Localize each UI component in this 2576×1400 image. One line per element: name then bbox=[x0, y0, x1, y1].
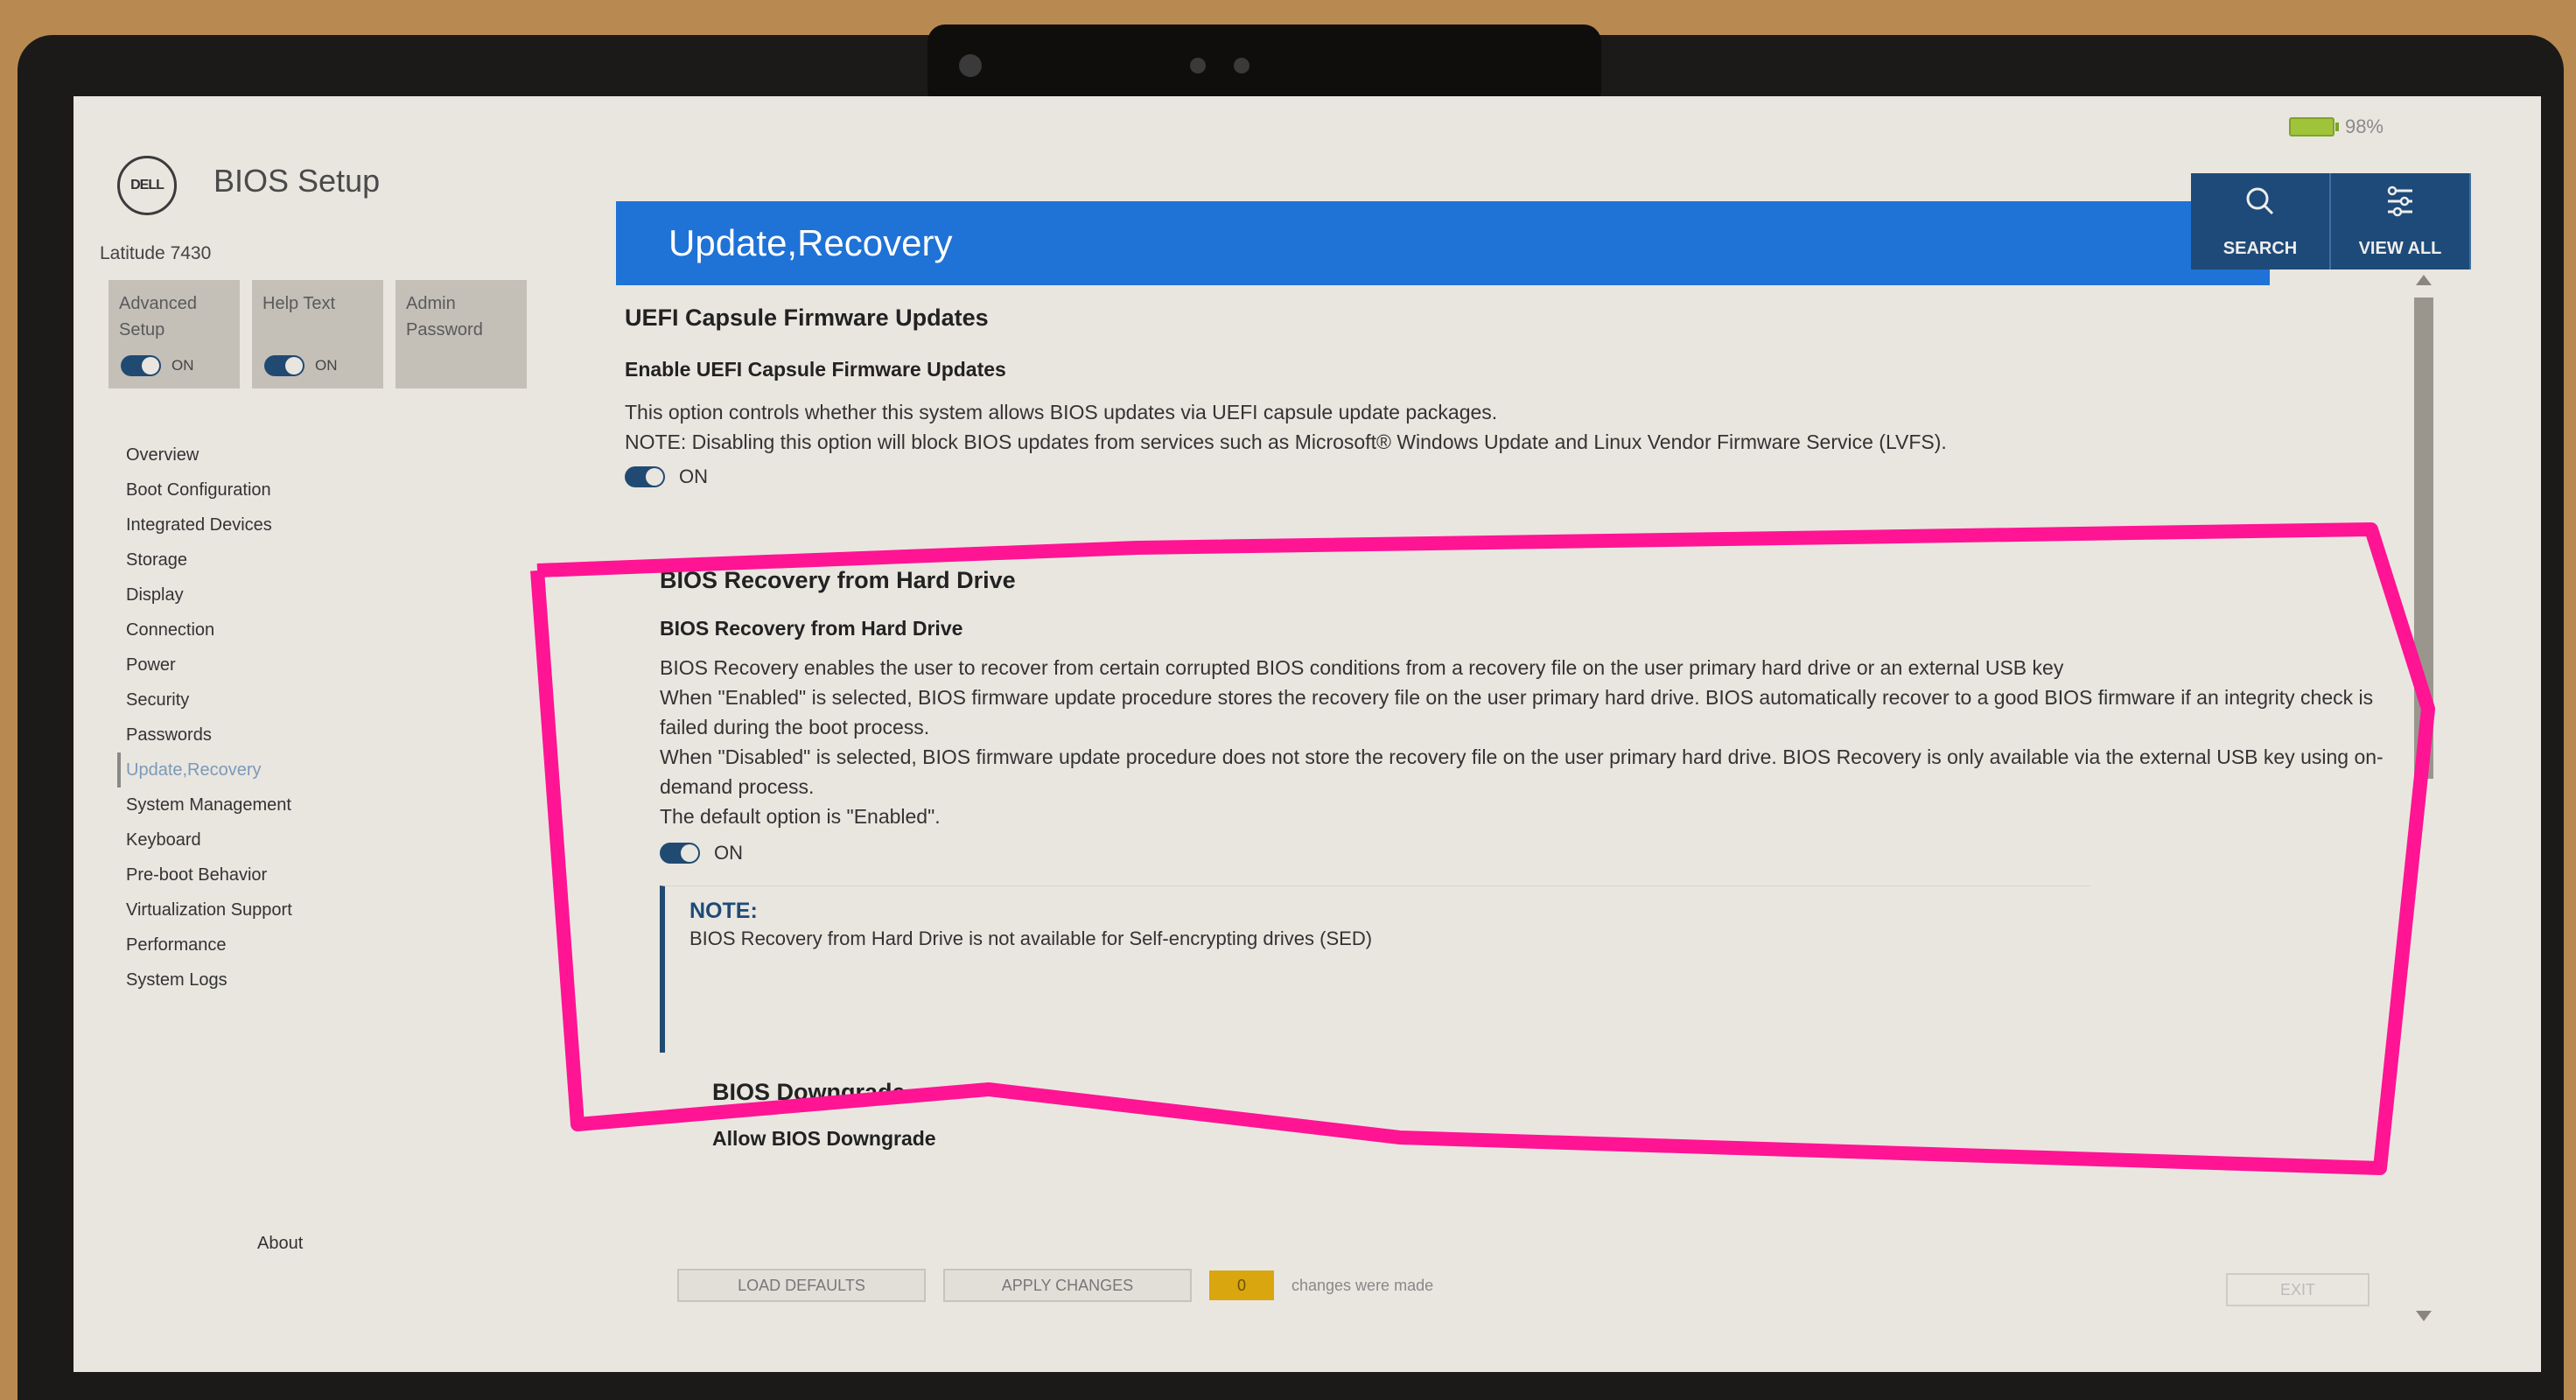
setting-description: This option controls whether this system… bbox=[625, 397, 2427, 457]
description-line: When "Disabled" is selected, BIOS firmwa… bbox=[660, 746, 2384, 798]
note-title: NOTE: bbox=[690, 899, 758, 923]
tile-label: Password bbox=[406, 320, 483, 340]
content-scrollbar[interactable] bbox=[2414, 271, 2433, 1321]
battery-icon bbox=[2288, 117, 2339, 136]
setting-description: BIOS Recovery enables the user to recove… bbox=[660, 653, 2410, 831]
setting-title: Allow BIOS Downgrade bbox=[712, 1127, 936, 1150]
webcam-module bbox=[928, 24, 1601, 108]
advanced-setup-toggle[interactable] bbox=[121, 355, 161, 376]
camera-sensor bbox=[1190, 58, 1206, 74]
section-title: BIOS Recovery from Hard Drive bbox=[660, 567, 1016, 593]
page-title-bar: Update,Recovery bbox=[616, 201, 2270, 285]
sidebar-item-power[interactable]: Power bbox=[126, 648, 292, 682]
exit-button[interactable]: EXIT bbox=[2226, 1273, 2370, 1306]
toggle-state: ON bbox=[172, 357, 194, 374]
sidebar-nav: Overview Boot Configuration Integrated D… bbox=[117, 438, 292, 998]
setting-title: Enable UEFI Capsule Firmware Updates bbox=[625, 358, 1006, 381]
camera-lens bbox=[959, 54, 982, 77]
sidebar-item-pre-boot-behavior[interactable]: Pre-boot Behavior bbox=[126, 858, 292, 892]
setting-title: BIOS Recovery from Hard Drive bbox=[660, 617, 963, 640]
header-actions: SEARCH VIEW ALL bbox=[2191, 173, 2471, 270]
tile-admin-password[interactable]: Admin Password bbox=[396, 280, 527, 388]
bios-recovery-toggle-row: ON bbox=[660, 842, 2427, 864]
battery-status: 98% bbox=[2288, 116, 2384, 138]
section-uefi-capsule: UEFI Capsule Firmware Updates Enable UEF… bbox=[590, 304, 2427, 488]
page-title: Update,Recovery bbox=[668, 222, 953, 263]
tile-label: Setup bbox=[119, 320, 165, 340]
footer-bar: LOAD DEFAULTS APPLY CHANGES 0 changes we… bbox=[677, 1269, 1433, 1302]
tile-label: Advanced bbox=[119, 294, 197, 313]
sidebar-item-system-management[interactable]: System Management bbox=[126, 788, 292, 822]
app-title: BIOS Setup bbox=[214, 163, 381, 199]
changes-count-badge: 0 bbox=[1209, 1270, 1274, 1300]
sidebar-item-connection[interactable]: Connection bbox=[126, 612, 292, 648]
quick-settings: Advanced Setup ON Help Text ON Admin Pas… bbox=[108, 280, 527, 388]
sidebar-item-integrated-devices[interactable]: Integrated Devices bbox=[126, 508, 292, 542]
sidebar-item-system-logs[interactable]: System Logs bbox=[126, 962, 292, 998]
section-bios-downgrade: BIOS Downgrade Allow BIOS Downgrade bbox=[590, 1079, 2427, 1151]
sidebar-item-boot-configuration[interactable]: Boot Configuration bbox=[126, 472, 292, 508]
description-line: This option controls whether this system… bbox=[625, 401, 1498, 424]
camera-sensor bbox=[1234, 58, 1250, 74]
tile-help-text[interactable]: Help Text ON bbox=[252, 280, 383, 388]
apply-changes-button[interactable]: APPLY CHANGES bbox=[943, 1269, 1192, 1302]
toggle-state: ON bbox=[315, 357, 338, 374]
scroll-up-arrow-icon[interactable] bbox=[2416, 275, 2432, 285]
note-callout: NOTE: BIOS Recovery from Hard Drive is n… bbox=[660, 886, 2090, 1053]
view-all-button[interactable]: VIEW ALL bbox=[2331, 173, 2471, 270]
uefi-capsule-toggle-row: ON bbox=[625, 466, 2427, 488]
search-button[interactable]: SEARCH bbox=[2191, 173, 2331, 270]
tile-advanced-setup[interactable]: Advanced Setup ON bbox=[108, 280, 240, 388]
battery-percent: 98% bbox=[2344, 116, 2384, 137]
bios-recovery-toggle[interactable] bbox=[660, 843, 700, 864]
sidebar-item-storage[interactable]: Storage bbox=[126, 542, 292, 578]
search-label: SEARCH bbox=[2222, 239, 2298, 258]
note-text: BIOS Recovery from Hard Drive is not ava… bbox=[690, 928, 1373, 949]
sidebar-item-keyboard[interactable]: Keyboard bbox=[126, 822, 292, 858]
description-line: When "Enabled" is selected, BIOS firmwar… bbox=[660, 686, 2374, 738]
sidebar-item-security[interactable]: Security bbox=[126, 682, 292, 718]
description-line: NOTE: Disabling this option will block B… bbox=[625, 430, 1947, 453]
search-icon bbox=[2246, 187, 2274, 215]
description-line: The default option is "Enabled". bbox=[660, 805, 941, 828]
load-defaults-button[interactable]: LOAD DEFAULTS bbox=[677, 1269, 926, 1302]
sidebar-item-virtualization-support[interactable]: Virtualization Support bbox=[126, 892, 292, 928]
sliders-icon bbox=[2387, 186, 2412, 217]
bios-screen: 98% DELL BIOS Setup Latitude 7430 Advanc… bbox=[74, 96, 2541, 1372]
tile-label: Admin bbox=[406, 294, 456, 313]
sidebar-item-update-recovery[interactable]: Update,Recovery bbox=[117, 752, 292, 788]
view-all-label: VIEW ALL bbox=[2358, 239, 2442, 258]
sidebar-item-overview[interactable]: Overview bbox=[126, 438, 292, 472]
changes-text: changes were made bbox=[1292, 1276, 1434, 1294]
toggle-state: ON bbox=[679, 466, 708, 487]
about-link[interactable]: About bbox=[257, 1234, 303, 1254]
system-model: Latitude 7430 bbox=[100, 243, 212, 263]
scrollbar-thumb[interactable] bbox=[2414, 298, 2433, 779]
settings-content: UEFI Capsule Firmware Updates Enable UEF… bbox=[590, 298, 2427, 1312]
scroll-down-arrow-icon[interactable] bbox=[2416, 1311, 2432, 1321]
help-text-toggle[interactable] bbox=[264, 355, 304, 376]
description-line: BIOS Recovery enables the user to recove… bbox=[660, 656, 2064, 679]
sidebar-item-performance[interactable]: Performance bbox=[126, 928, 292, 962]
dell-logo: DELL bbox=[117, 156, 177, 215]
tile-label: Help Text bbox=[262, 294, 336, 313]
sidebar-item-passwords[interactable]: Passwords bbox=[126, 718, 292, 752]
section-title: BIOS Downgrade bbox=[712, 1079, 906, 1105]
section-title: UEFI Capsule Firmware Updates bbox=[625, 304, 989, 331]
section-bios-recovery: BIOS Recovery from Hard Drive BIOS Recov… bbox=[590, 567, 2427, 1053]
sidebar-item-display[interactable]: Display bbox=[126, 578, 292, 612]
uefi-capsule-toggle[interactable] bbox=[625, 466, 665, 487]
toggle-state: ON bbox=[714, 842, 743, 864]
